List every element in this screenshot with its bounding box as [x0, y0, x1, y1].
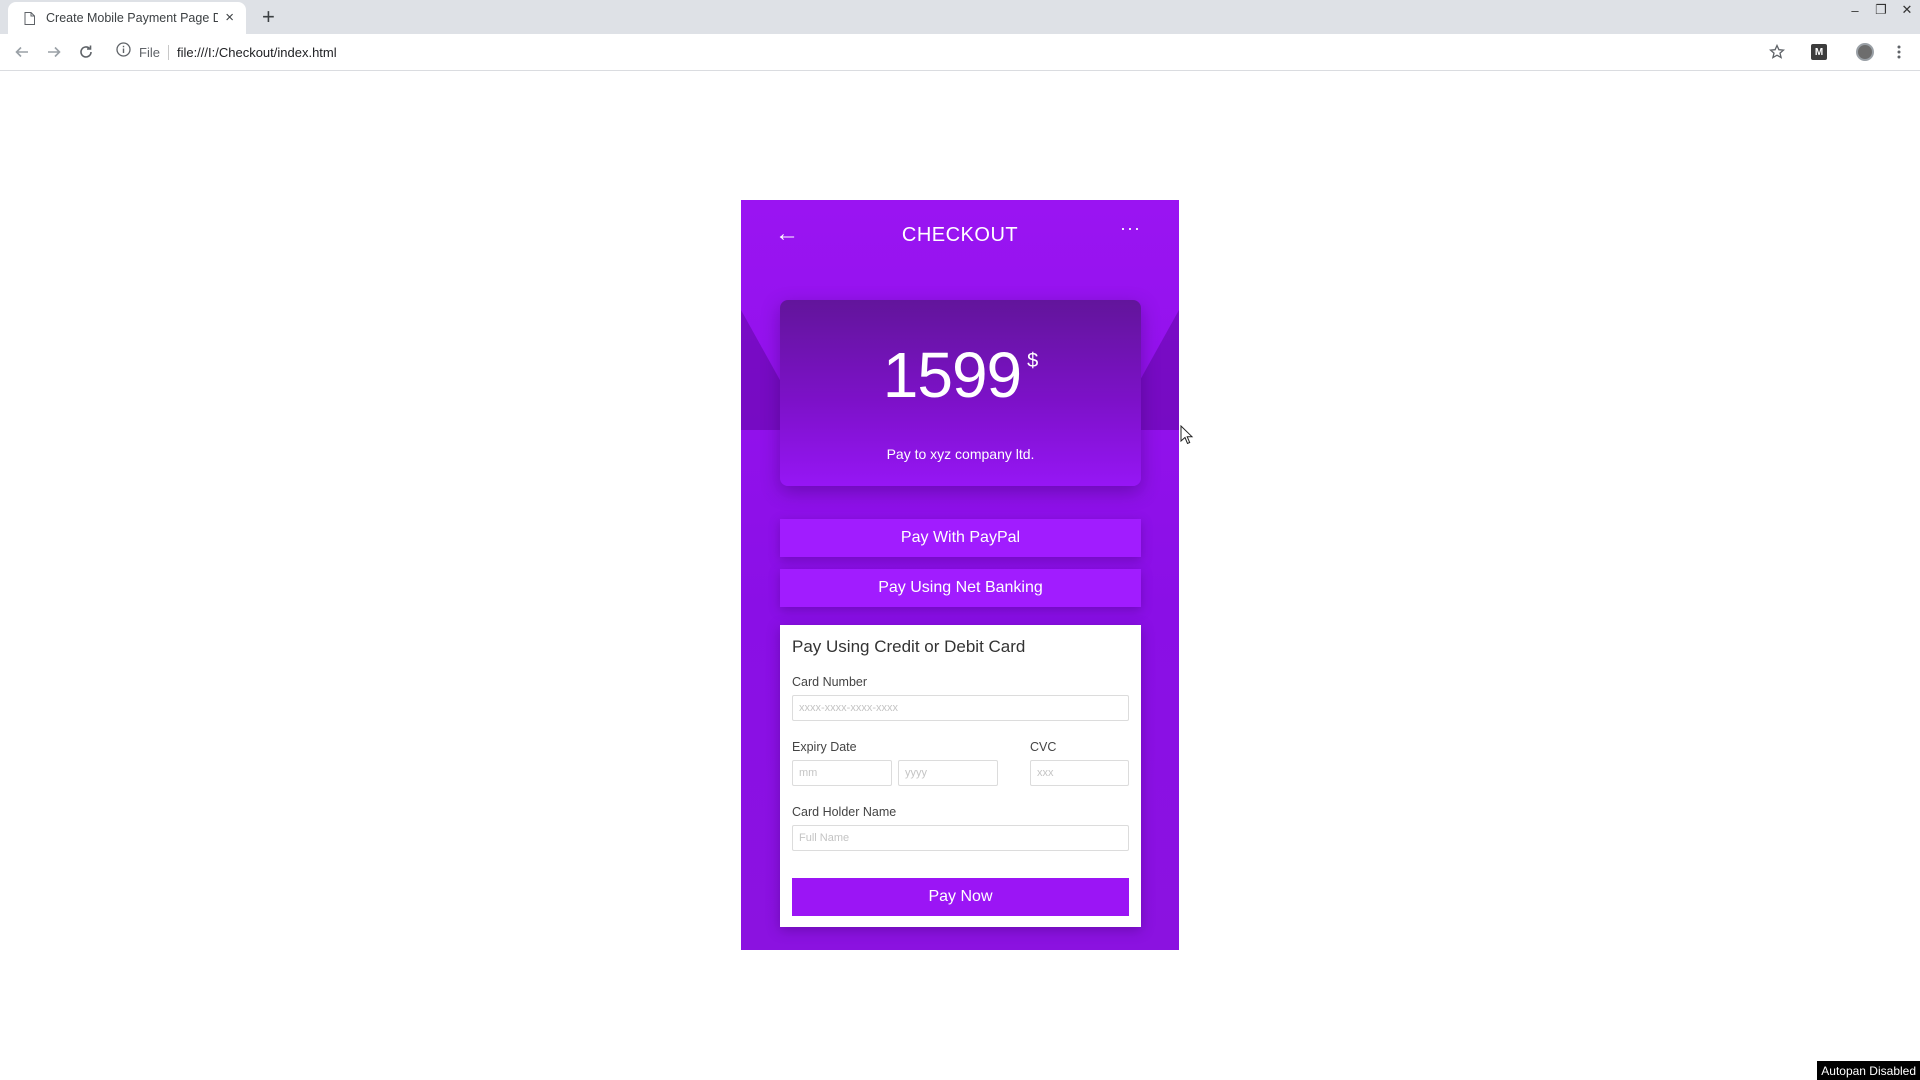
- tab-title: Create Mobile Payment Page De: [46, 11, 218, 25]
- pay-with-paypal-button[interactable]: Pay With PayPal: [780, 519, 1141, 557]
- extension-m-icon[interactable]: M: [1809, 42, 1829, 62]
- currency-symbol: $: [1027, 350, 1039, 372]
- card-section-title: Pay Using Credit or Debit Card: [792, 637, 1026, 656]
- cvc-label: CVC: [1030, 740, 1057, 754]
- expiry-date-label: Expiry Date: [792, 740, 857, 754]
- amount-value: 1599: [882, 339, 1022, 411]
- new-tab-button[interactable]: +: [262, 6, 275, 28]
- cvc-input[interactable]: [1030, 760, 1129, 786]
- amount-card: 1599 $ Pay to xyz company ltd.: [780, 300, 1141, 486]
- decor-shade-left: [741, 310, 781, 430]
- amount-display: 1599 $: [780, 338, 1141, 412]
- card-number-input[interactable]: [792, 695, 1129, 721]
- tab-close-icon[interactable]: ×: [225, 10, 234, 26]
- expiry-year-input[interactable]: [898, 760, 998, 786]
- mouse-cursor-icon: [1180, 424, 1194, 450]
- browser-toolbar: File file:///I:/Checkout/index.html M: [0, 34, 1920, 71]
- page-title: CHECKOUT: [901, 224, 1019, 246]
- address-url[interactable]: file:///I:/Checkout/index.html: [177, 45, 337, 60]
- decor-shade-right: [1139, 310, 1179, 430]
- minimize-button[interactable]: –: [1842, 0, 1868, 20]
- more-options-icon[interactable]: ···: [1120, 218, 1141, 239]
- expiry-month-input[interactable]: [792, 760, 892, 786]
- pay-net-banking-button[interactable]: Pay Using Net Banking: [780, 569, 1141, 607]
- card-number-label: Card Number: [792, 675, 868, 689]
- close-window-button[interactable]: ✕: [1894, 0, 1920, 20]
- forward-nav-icon[interactable]: [42, 40, 66, 64]
- card-holder-label: Card Holder Name: [792, 805, 897, 819]
- address-scheme: File: [139, 44, 169, 60]
- menu-dots-icon[interactable]: [1889, 42, 1909, 62]
- pay-now-button[interactable]: Pay Now: [792, 878, 1129, 916]
- checkout-panel: ← CHECKOUT ··· 1599 $ Pay to xyz company …: [741, 200, 1179, 950]
- tab-strip: Create Mobile Payment Page De × + – ❐ ✕: [0, 0, 1920, 34]
- info-icon[interactable]: [116, 42, 131, 62]
- card-payment-form: Pay Using Credit or Debit Card Card Numb…: [780, 625, 1141, 927]
- address-bar[interactable]: File file:///I:/Checkout/index.html: [110, 38, 1770, 66]
- bookmark-star-icon[interactable]: [1767, 42, 1787, 62]
- back-nav-icon[interactable]: [10, 40, 34, 64]
- window-controls: – ❐ ✕: [1842, 0, 1920, 20]
- reload-icon[interactable]: [74, 40, 98, 64]
- browser-tab[interactable]: Create Mobile Payment Page De ×: [8, 2, 246, 34]
- page-icon: [22, 11, 36, 25]
- restore-button[interactable]: ❐: [1868, 0, 1894, 20]
- card-holder-input[interactable]: [792, 825, 1129, 851]
- profile-avatar-icon[interactable]: [1855, 42, 1875, 62]
- autopan-status: Autopan Disabled: [1817, 1061, 1920, 1080]
- payee-text: Pay to xyz company ltd.: [886, 446, 1035, 462]
